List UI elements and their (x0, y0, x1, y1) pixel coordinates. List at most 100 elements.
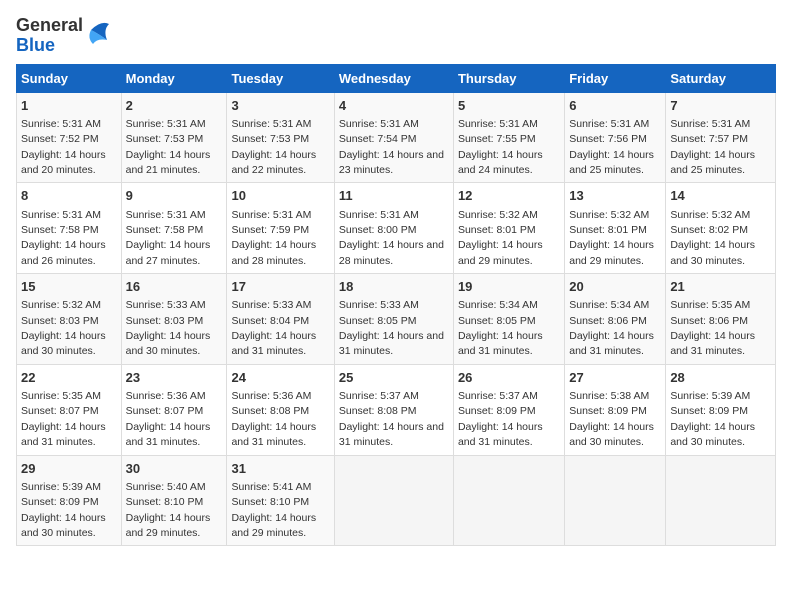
sunrise-text: Sunrise: 5:40 AM (126, 481, 206, 493)
sunrise-text: Sunrise: 5:31 AM (339, 118, 419, 130)
calendar-cell: 17 Sunrise: 5:33 AM Sunset: 8:04 PM Dayl… (227, 274, 334, 365)
day-number: 12 (458, 187, 560, 205)
logo-bird-icon (87, 20, 109, 52)
daylight-text: Daylight: 14 hours and 26 minutes. (21, 239, 106, 266)
day-number: 14 (670, 187, 771, 205)
sunset-text: Sunset: 8:01 PM (569, 224, 647, 236)
day-header-tuesday: Tuesday (227, 64, 334, 92)
sunrise-text: Sunrise: 5:32 AM (21, 299, 101, 311)
calendar-cell: 9 Sunrise: 5:31 AM Sunset: 7:58 PM Dayli… (121, 183, 227, 274)
sunrise-text: Sunrise: 5:31 AM (21, 118, 101, 130)
sunset-text: Sunset: 7:56 PM (569, 133, 647, 145)
sunrise-text: Sunrise: 5:31 AM (339, 209, 419, 221)
daylight-text: Daylight: 14 hours and 30 minutes. (670, 239, 755, 266)
day-number: 24 (231, 369, 329, 387)
sunset-text: Sunset: 7:53 PM (126, 133, 204, 145)
calendar-cell: 22 Sunrise: 5:35 AM Sunset: 8:07 PM Dayl… (17, 364, 122, 455)
calendar-cell: 10 Sunrise: 5:31 AM Sunset: 7:59 PM Dayl… (227, 183, 334, 274)
day-number: 21 (670, 278, 771, 296)
sunrise-text: Sunrise: 5:31 AM (231, 209, 311, 221)
daylight-text: Daylight: 14 hours and 31 minutes. (21, 421, 106, 448)
week-row-2: 8 Sunrise: 5:31 AM Sunset: 7:58 PM Dayli… (17, 183, 776, 274)
sunset-text: Sunset: 7:52 PM (21, 133, 99, 145)
sunrise-text: Sunrise: 5:38 AM (569, 390, 649, 402)
sunrise-text: Sunrise: 5:31 AM (458, 118, 538, 130)
day-header-friday: Friday (565, 64, 666, 92)
sunrise-text: Sunrise: 5:32 AM (569, 209, 649, 221)
sunrise-text: Sunrise: 5:35 AM (21, 390, 101, 402)
daylight-text: Daylight: 14 hours and 21 minutes. (126, 149, 211, 176)
daylight-text: Daylight: 14 hours and 31 minutes. (231, 330, 316, 357)
day-number: 23 (126, 369, 223, 387)
calendar-cell: 12 Sunrise: 5:32 AM Sunset: 8:01 PM Dayl… (453, 183, 564, 274)
sunset-text: Sunset: 8:09 PM (458, 405, 536, 417)
daylight-text: Daylight: 14 hours and 30 minutes. (670, 421, 755, 448)
sunrise-text: Sunrise: 5:37 AM (458, 390, 538, 402)
daylight-text: Daylight: 14 hours and 22 minutes. (231, 149, 316, 176)
calendar-cell: 29 Sunrise: 5:39 AM Sunset: 8:09 PM Dayl… (17, 455, 122, 546)
sunset-text: Sunset: 8:10 PM (231, 496, 309, 508)
day-header-saturday: Saturday (666, 64, 776, 92)
day-number: 22 (21, 369, 117, 387)
sunset-text: Sunset: 8:04 PM (231, 315, 309, 327)
daylight-text: Daylight: 14 hours and 23 minutes. (339, 149, 444, 176)
calendar-cell: 4 Sunrise: 5:31 AM Sunset: 7:54 PM Dayli… (334, 92, 453, 183)
daylight-text: Daylight: 14 hours and 25 minutes. (670, 149, 755, 176)
sunrise-text: Sunrise: 5:35 AM (670, 299, 750, 311)
sunrise-text: Sunrise: 5:31 AM (231, 118, 311, 130)
week-row-5: 29 Sunrise: 5:39 AM Sunset: 8:09 PM Dayl… (17, 455, 776, 546)
daylight-text: Daylight: 14 hours and 27 minutes. (126, 239, 211, 266)
week-row-1: 1 Sunrise: 5:31 AM Sunset: 7:52 PM Dayli… (17, 92, 776, 183)
calendar-cell: 21 Sunrise: 5:35 AM Sunset: 8:06 PM Dayl… (666, 274, 776, 365)
daylight-text: Daylight: 14 hours and 28 minutes. (339, 239, 444, 266)
day-number: 19 (458, 278, 560, 296)
day-number: 20 (569, 278, 661, 296)
sunset-text: Sunset: 8:07 PM (21, 405, 99, 417)
day-number: 6 (569, 97, 661, 115)
sunrise-text: Sunrise: 5:37 AM (339, 390, 419, 402)
sunset-text: Sunset: 8:06 PM (670, 315, 748, 327)
calendar-cell: 27 Sunrise: 5:38 AM Sunset: 8:09 PM Dayl… (565, 364, 666, 455)
daylight-text: Daylight: 14 hours and 31 minutes. (231, 421, 316, 448)
day-number: 1 (21, 97, 117, 115)
day-header-monday: Monday (121, 64, 227, 92)
sunrise-text: Sunrise: 5:31 AM (569, 118, 649, 130)
day-header-wednesday: Wednesday (334, 64, 453, 92)
day-number: 18 (339, 278, 449, 296)
sunset-text: Sunset: 8:03 PM (21, 315, 99, 327)
calendar-cell (334, 455, 453, 546)
day-number: 13 (569, 187, 661, 205)
sunset-text: Sunset: 7:57 PM (670, 133, 748, 145)
sunrise-text: Sunrise: 5:31 AM (126, 209, 206, 221)
day-number: 7 (670, 97, 771, 115)
calendar-cell: 20 Sunrise: 5:34 AM Sunset: 8:06 PM Dayl… (565, 274, 666, 365)
daylight-text: Daylight: 14 hours and 24 minutes. (458, 149, 543, 176)
sunset-text: Sunset: 8:07 PM (126, 405, 204, 417)
sunrise-text: Sunrise: 5:31 AM (126, 118, 206, 130)
daylight-text: Daylight: 14 hours and 31 minutes. (126, 421, 211, 448)
daylight-text: Daylight: 14 hours and 31 minutes. (670, 330, 755, 357)
calendar-cell: 19 Sunrise: 5:34 AM Sunset: 8:05 PM Dayl… (453, 274, 564, 365)
day-number: 25 (339, 369, 449, 387)
daylight-text: Daylight: 14 hours and 20 minutes. (21, 149, 106, 176)
sunrise-text: Sunrise: 5:33 AM (126, 299, 206, 311)
calendar-cell: 26 Sunrise: 5:37 AM Sunset: 8:09 PM Dayl… (453, 364, 564, 455)
calendar-cell: 7 Sunrise: 5:31 AM Sunset: 7:57 PM Dayli… (666, 92, 776, 183)
logo: General Blue (16, 16, 109, 56)
daylight-text: Daylight: 14 hours and 30 minutes. (21, 330, 106, 357)
day-number: 17 (231, 278, 329, 296)
sunset-text: Sunset: 8:10 PM (126, 496, 204, 508)
day-number: 31 (231, 460, 329, 478)
sunset-text: Sunset: 8:06 PM (569, 315, 647, 327)
sunrise-text: Sunrise: 5:39 AM (21, 481, 101, 493)
calendar-cell: 11 Sunrise: 5:31 AM Sunset: 8:00 PM Dayl… (334, 183, 453, 274)
sunset-text: Sunset: 7:53 PM (231, 133, 309, 145)
calendar-table: SundayMondayTuesdayWednesdayThursdayFrid… (16, 64, 776, 547)
day-number: 3 (231, 97, 329, 115)
sunset-text: Sunset: 7:55 PM (458, 133, 536, 145)
day-header-sunday: Sunday (17, 64, 122, 92)
sunset-text: Sunset: 8:08 PM (231, 405, 309, 417)
day-number: 27 (569, 369, 661, 387)
sunset-text: Sunset: 7:58 PM (21, 224, 99, 236)
daylight-text: Daylight: 14 hours and 25 minutes. (569, 149, 654, 176)
